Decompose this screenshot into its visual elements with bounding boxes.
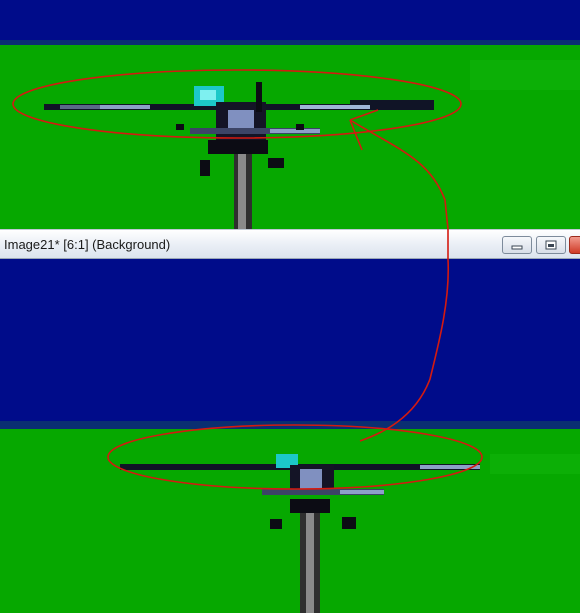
image-view-top[interactable]: [0, 0, 580, 229]
image-view-bottom[interactable]: [0, 259, 580, 613]
sky-area: [0, 0, 580, 40]
sky-area-bottom: [0, 259, 580, 421]
